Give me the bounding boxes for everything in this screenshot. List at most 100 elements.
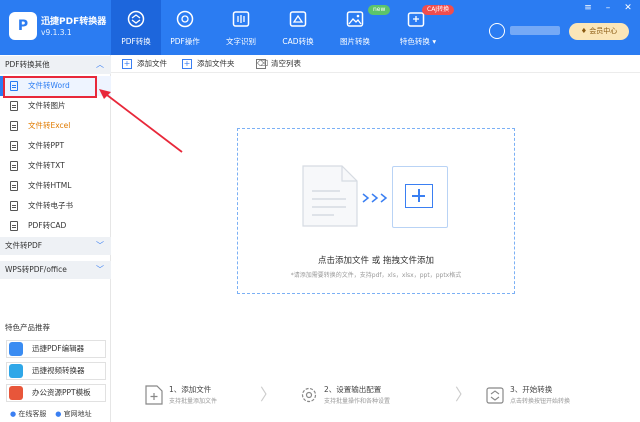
step-desc: 支持批量添加文件 bbox=[169, 398, 218, 405]
start-convert-icon bbox=[486, 387, 504, 404]
document-icon bbox=[302, 165, 358, 227]
recommend-label: 办公资源PPT模板 bbox=[32, 388, 91, 397]
vip-icon: ♦ bbox=[580, 27, 588, 35]
gear-icon bbox=[301, 387, 317, 403]
nav-tab-pdf-convert[interactable]: PDF转换 bbox=[111, 0, 161, 55]
section-title: 文件转PDF bbox=[5, 241, 43, 250]
minimize-icon[interactable]: – bbox=[603, 3, 613, 13]
ppt-template-icon bbox=[9, 386, 23, 400]
pdf-editor-icon bbox=[9, 342, 23, 356]
nav-tab-special-convert[interactable]: 特色转换 ▾ CAJ转换 bbox=[395, 0, 455, 55]
nav-tab-cad-convert[interactable]: CAD转换 bbox=[276, 0, 320, 55]
sidebar-item-file-to-excel[interactable]: 文件转Excel bbox=[0, 116, 111, 136]
recommend-label: 迅捷PDF编辑器 bbox=[32, 344, 85, 353]
convert-arrows-icon bbox=[362, 193, 388, 203]
sidebar-item-file-to-ebook[interactable]: 文件转电子书 bbox=[0, 196, 111, 216]
user-name-blurred[interactable] bbox=[510, 26, 560, 35]
section-title: PDF转换其他 bbox=[5, 60, 50, 69]
sidebar-item-label: PDF转CAD bbox=[28, 221, 67, 230]
txt-file-icon bbox=[10, 161, 18, 171]
user-avatar-icon[interactable] bbox=[489, 23, 505, 39]
plus-icon bbox=[405, 184, 433, 208]
pdf-operation-icon bbox=[176, 10, 194, 28]
nav-label: 文字识别 bbox=[226, 37, 256, 46]
sidebar-footer: ● 在线客服 ● 官网地址 bbox=[10, 409, 92, 419]
globe-icon: ● bbox=[55, 410, 62, 418]
ppt-file-icon bbox=[10, 141, 18, 151]
vip-label: 会员中心 bbox=[589, 27, 618, 35]
dropdown-arrow-icon: ▾ bbox=[432, 37, 437, 46]
sidebar-item-file-to-ppt[interactable]: 文件转PPT bbox=[0, 136, 111, 156]
chevron-down-icon: ﹀ bbox=[96, 241, 104, 250]
nav-tab-image-convert[interactable]: 图片转换 new bbox=[333, 0, 391, 55]
section-pdf-convert-other[interactable]: PDF转换其他 ︿ bbox=[0, 56, 111, 74]
step-title: 1、添加文件 bbox=[169, 385, 212, 394]
new-badge: new bbox=[368, 5, 391, 15]
sidebar-item-label: 文件转Excel bbox=[28, 121, 71, 130]
drop-zone-title: 点击添加文件 或 拖拽文件添加 bbox=[318, 256, 434, 266]
sidebar-item-label: 文件转PPT bbox=[28, 141, 65, 150]
step-desc: 点击转换按钮开始转换 bbox=[510, 398, 571, 405]
caj-badge: CAJ转换 bbox=[422, 5, 455, 15]
add-file-step-icon bbox=[145, 385, 163, 405]
drop-zone-hint: *请添加需要转换的文件，支持pdf，xls，xlsx，ppt，pptx格式 bbox=[290, 272, 462, 279]
ebook-file-icon bbox=[10, 201, 18, 211]
sidebar-item-file-to-txt[interactable]: 文件转TXT bbox=[0, 156, 111, 176]
convert-icon bbox=[127, 10, 145, 28]
excel-file-icon bbox=[10, 121, 18, 131]
sidebar-item-label: 文件转图片 bbox=[28, 101, 66, 110]
official-site-link[interactable]: ● 官网地址 bbox=[55, 410, 91, 418]
recommend-ppt-templates[interactable]: 办公资源PPT模板 bbox=[6, 384, 106, 402]
close-icon[interactable]: ✕ bbox=[623, 3, 633, 13]
video-converter-icon bbox=[9, 364, 23, 378]
sidebar-item-label: 文件转TXT bbox=[28, 161, 65, 170]
sidebar-item-file-to-image[interactable]: 文件转图片 bbox=[0, 96, 111, 116]
cad-icon bbox=[289, 11, 307, 27]
step-add-file: 1、添加文件 支持批量添加文件 bbox=[145, 383, 245, 409]
menu-icon[interactable]: ≡ bbox=[583, 3, 593, 13]
chevron-up-icon: ︿ bbox=[96, 60, 104, 69]
cad-file-icon bbox=[10, 221, 18, 231]
recommend-title: 特色产品推荐 bbox=[5, 323, 50, 332]
person-icon: ● bbox=[10, 410, 17, 418]
section-file-to-pdf[interactable]: 文件转PDF ﹀ bbox=[0, 237, 111, 255]
step-title: 2、设置输出配置 bbox=[324, 385, 382, 394]
nav-tab-text-recognition[interactable]: 文字识别 bbox=[219, 0, 263, 55]
app-version: v9.1.3.1 bbox=[41, 28, 72, 37]
trash-icon: ⌫ bbox=[256, 59, 269, 69]
online-service-link[interactable]: ● 在线客服 bbox=[10, 410, 46, 418]
step-start-convert: 3、开始转换 点击转换按钮开始转换 bbox=[486, 383, 596, 409]
nav-label: PDF操作 bbox=[170, 37, 200, 46]
link-label: 官网地址 bbox=[63, 410, 92, 418]
step-separator-icon: 〉 bbox=[260, 385, 277, 404]
html-file-icon bbox=[10, 181, 18, 191]
add-file-button[interactable]: + 添加文件 bbox=[122, 55, 167, 73]
image-file-icon bbox=[10, 101, 18, 111]
nav-label: 图片转换 bbox=[340, 37, 370, 46]
sidebar-item-label: 文件转电子书 bbox=[28, 201, 73, 210]
app-name: 迅捷PDF转换器 bbox=[41, 17, 107, 27]
link-label: 在线客服 bbox=[18, 410, 47, 418]
sidebar-item-pdf-to-cad[interactable]: PDF转CAD bbox=[0, 216, 111, 236]
button-label: 添加文件夹 bbox=[197, 59, 235, 68]
sidebar: PDF转换其他 ︿ 文件转Word 文件转图片 文件转Excel 文件转PPT … bbox=[0, 55, 111, 422]
toolbar: + 添加文件 + 添加文件夹 ⌫ 清空列表 bbox=[111, 55, 640, 73]
button-label: 清空列表 bbox=[271, 59, 301, 68]
step-separator-icon: 〉 bbox=[455, 385, 472, 404]
app-logo: P bbox=[9, 12, 37, 40]
add-folder-button[interactable]: + 添加文件夹 bbox=[182, 55, 235, 73]
section-wps-to-pdf[interactable]: WPS转PDF/office ﹀ bbox=[0, 261, 111, 279]
nav-label: 特色转换 ▾ bbox=[399, 37, 437, 46]
recommend-pdf-editor[interactable]: 迅捷PDF编辑器 bbox=[6, 340, 106, 358]
top-bar: P 迅捷PDF转换器 v9.1.3.1 PDF转换 PDF操作 文字识别 CAD… bbox=[0, 0, 640, 55]
vip-center-button[interactable]: ♦ 会员中心 bbox=[569, 23, 629, 40]
chevron-down-icon: ﹀ bbox=[96, 265, 104, 274]
sidebar-item-file-to-html[interactable]: 文件转HTML bbox=[0, 176, 111, 196]
recommend-video-converter[interactable]: 迅捷视频转换器 bbox=[6, 362, 106, 380]
add-file-plus-icon[interactable] bbox=[392, 166, 448, 228]
clear-list-button[interactable]: ⌫ 清空列表 bbox=[256, 55, 301, 73]
text-recognition-icon bbox=[232, 11, 250, 27]
nav-tab-pdf-operation[interactable]: PDF操作 bbox=[161, 0, 209, 55]
recommend-label: 迅捷视频转换器 bbox=[32, 366, 85, 375]
add-file-icon: + bbox=[122, 59, 132, 69]
